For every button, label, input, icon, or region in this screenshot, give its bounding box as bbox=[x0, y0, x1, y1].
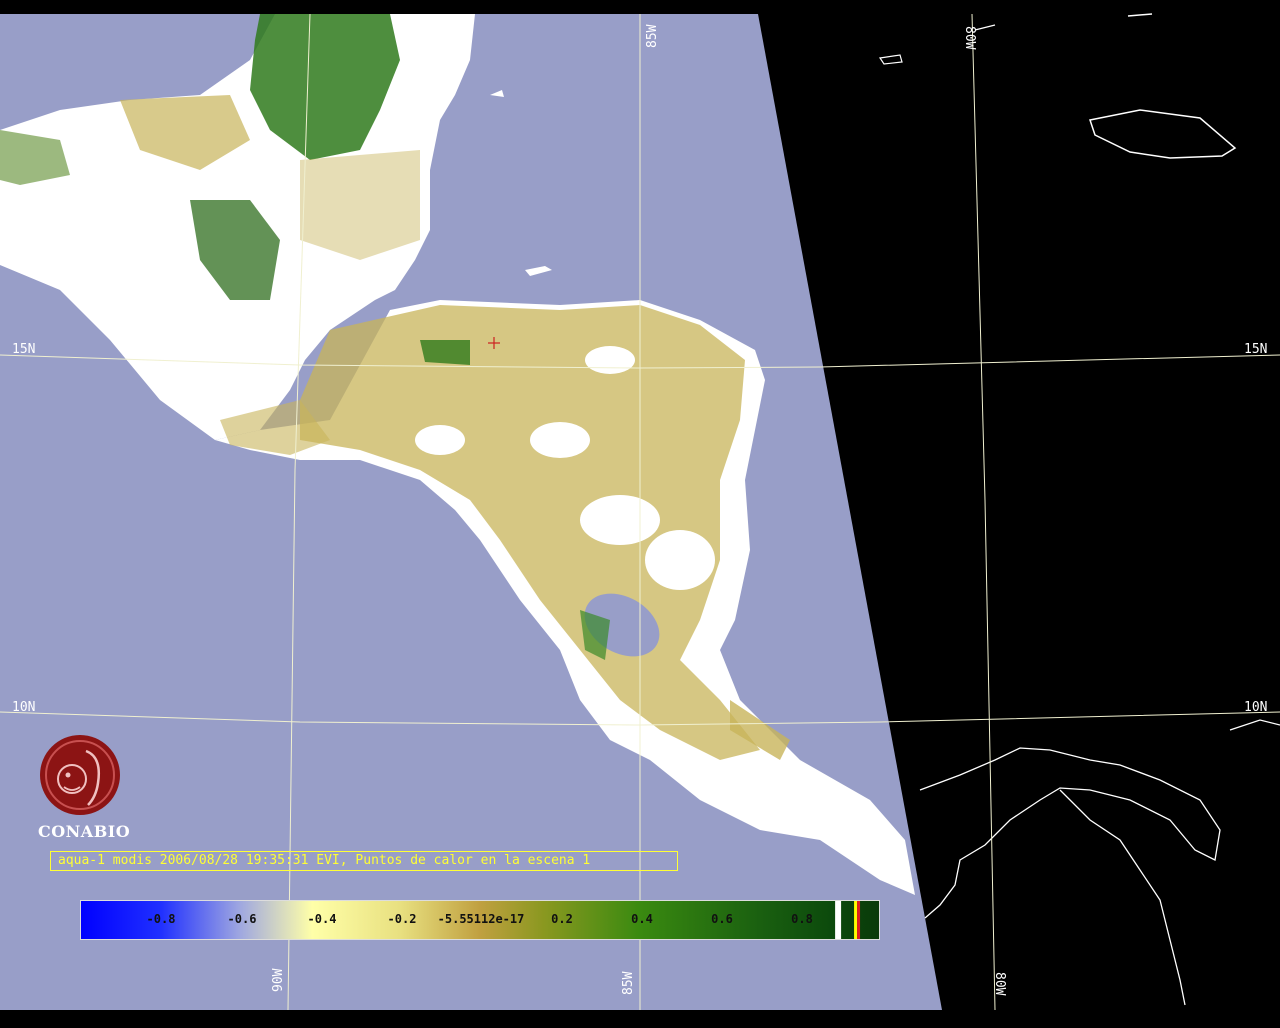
label-90w-bottom: 90W bbox=[271, 968, 286, 992]
legend-tick: -0.4 bbox=[307, 912, 337, 926]
label-85w-bottom: 85W bbox=[621, 971, 636, 995]
label-80w-top: 80W bbox=[962, 26, 977, 50]
cloud-patch bbox=[645, 530, 715, 590]
vegetation-belize bbox=[300, 150, 420, 260]
evi-color-legend: -0.8 -0.6 -0.4 -0.2 -5.55112e-17 0.2 0.4… bbox=[80, 900, 880, 940]
legend-tick: -0.2 bbox=[387, 912, 417, 926]
vegetation-honduras bbox=[420, 340, 470, 365]
cloud-patch bbox=[585, 346, 635, 374]
label-80w-bottom: 80W bbox=[992, 972, 1007, 996]
conabio-wordmark: CONABIO bbox=[38, 822, 131, 841]
legend-tick: -0.8 bbox=[146, 912, 176, 926]
legend-tick: 0.4 bbox=[631, 912, 653, 926]
label-10n-left: 10N bbox=[12, 700, 35, 715]
legend-tick: 0.8 bbox=[791, 912, 813, 926]
label-85w-top: 85W bbox=[645, 24, 660, 48]
label-15n-right: 15N bbox=[1244, 342, 1267, 357]
legend-tick: 0.2 bbox=[551, 912, 573, 926]
cloud-patch bbox=[415, 425, 465, 455]
legend-tick: -0.6 bbox=[227, 912, 257, 926]
legend-tick: -5.55112e-17 bbox=[437, 912, 525, 926]
cloud-patch bbox=[580, 495, 660, 545]
label-10n-right: 10N bbox=[1244, 700, 1267, 715]
map-view: 15N 15N 10N 10N 90W 85W 85W 80W 80W CONA… bbox=[0, 0, 1280, 1024]
scene-caption: aqua-1 modis 2006/08/28 19:35:31 EVI, Pu… bbox=[50, 851, 678, 871]
legend-tick: 0.6 bbox=[711, 912, 733, 926]
label-15n-left: 15N bbox=[12, 342, 35, 357]
cloud-patch bbox=[530, 422, 590, 458]
